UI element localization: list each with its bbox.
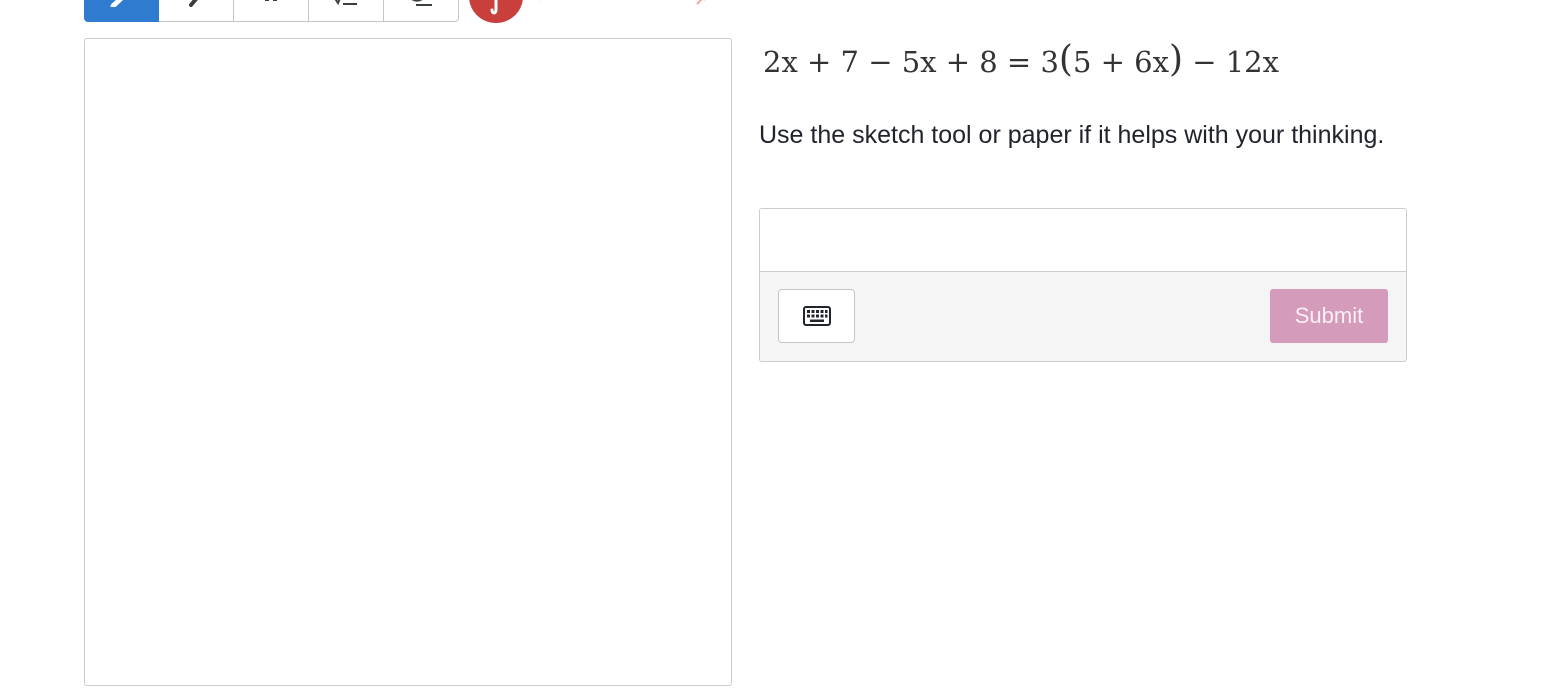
instructions-text: Use the sketch tool or paper if it helps… [759, 121, 1385, 149]
equation-close-paren: ) [1168, 39, 1183, 80]
pen-color-icon [490, 0, 498, 15]
equation: 2x + 7 − 5x + 8 = 3(5 + 6x) − 12x [763, 40, 1279, 84]
eraser-icon [411, 0, 432, 6]
text-tool-button[interactable] [234, 0, 309, 22]
eraser-tool-button[interactable] [384, 0, 459, 22]
pen-color-button[interactable] [469, 0, 523, 23]
keyboard-button[interactable] [778, 289, 855, 343]
highlighter-icon [189, 0, 198, 7]
equation-open-paren: ( [1058, 39, 1073, 80]
equation-rhs: − 12x [1183, 45, 1279, 79]
highlighter-tool-button[interactable] [159, 0, 234, 22]
sketch-canvas[interactable] [84, 38, 732, 686]
text-tool-icon [265, 0, 277, 1]
sketch-toolbar [84, 0, 459, 22]
pen-tool-button[interactable] [84, 0, 159, 22]
math-tool-button[interactable] [309, 0, 384, 22]
keyboard-icon [802, 306, 831, 326]
submit-button[interactable]: Submit [1270, 289, 1388, 343]
math-tool-icon [334, 0, 357, 6]
answer-box: Submit [759, 208, 1407, 362]
pen-icon [110, 0, 123, 7]
answer-input[interactable] [760, 209, 1406, 272]
answer-footer: Submit [760, 272, 1406, 361]
clear-sketch-icon[interactable] [693, 0, 715, 6]
equation-inner: 5 + 6x [1072, 45, 1169, 79]
stroke-options-icon[interactable] [532, 0, 662, 4]
equation-lhs: 2x + 7 − 5x + 8 = 3 [763, 45, 1059, 79]
